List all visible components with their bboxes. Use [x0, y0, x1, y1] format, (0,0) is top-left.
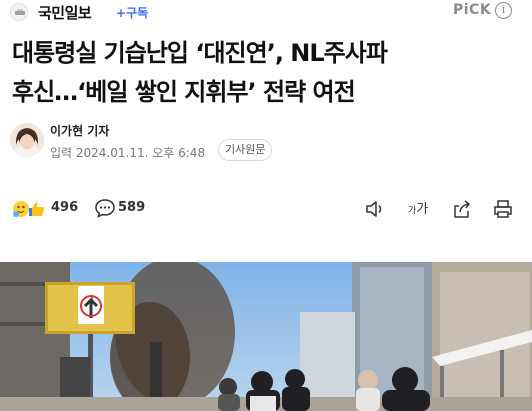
- comment-icon[interactable]: [94, 198, 116, 218]
- article-photo[interactable]: [0, 262, 532, 411]
- share-icon[interactable]: [451, 198, 473, 220]
- author-avatar[interactable]: [10, 123, 44, 157]
- comment-count: 589: [118, 200, 146, 215]
- subscribe-button[interactable]: +구독: [116, 4, 148, 21]
- info-icon[interactable]: i: [495, 2, 512, 19]
- font-size-icon[interactable]: 가가: [408, 198, 428, 217]
- reaction-count: 496: [51, 200, 79, 215]
- font-size-large-label: 가: [416, 202, 429, 217]
- pick-badge: PiCK: [453, 2, 492, 18]
- publisher-logo-icon[interactable]: [10, 3, 28, 21]
- headline-line-1: 대통령실 기습난입 ‘대진연’, NL주사파: [12, 39, 388, 67]
- action-bar: 496 589 가가: [0, 192, 532, 226]
- speaker-icon[interactable]: [364, 198, 386, 220]
- top-bar: 국민일보 +구독 PiCK i: [0, 0, 532, 24]
- publisher-name[interactable]: 국민일보: [38, 2, 92, 23]
- article-headline: 대통령실 기습난입 ‘대진연’, NL주사파 후신…‘베일 쌓인 지휘부’ 전략…: [12, 34, 522, 112]
- emoji-reaction-icon[interactable]: [12, 198, 48, 220]
- byline: 이가현 기자 입력 2024.01.11. 오후 6:48 기사원문: [0, 120, 532, 164]
- headline-line-2: 후신…‘베일 쌓인 지휘부’ 전략 여전: [12, 78, 356, 106]
- print-icon[interactable]: [492, 198, 514, 220]
- published-date: 입력 2024.01.11. 오후 6:48: [50, 146, 206, 160]
- author-name[interactable]: 이가현 기자: [50, 122, 109, 139]
- original-article-button[interactable]: 기사원문: [218, 139, 273, 161]
